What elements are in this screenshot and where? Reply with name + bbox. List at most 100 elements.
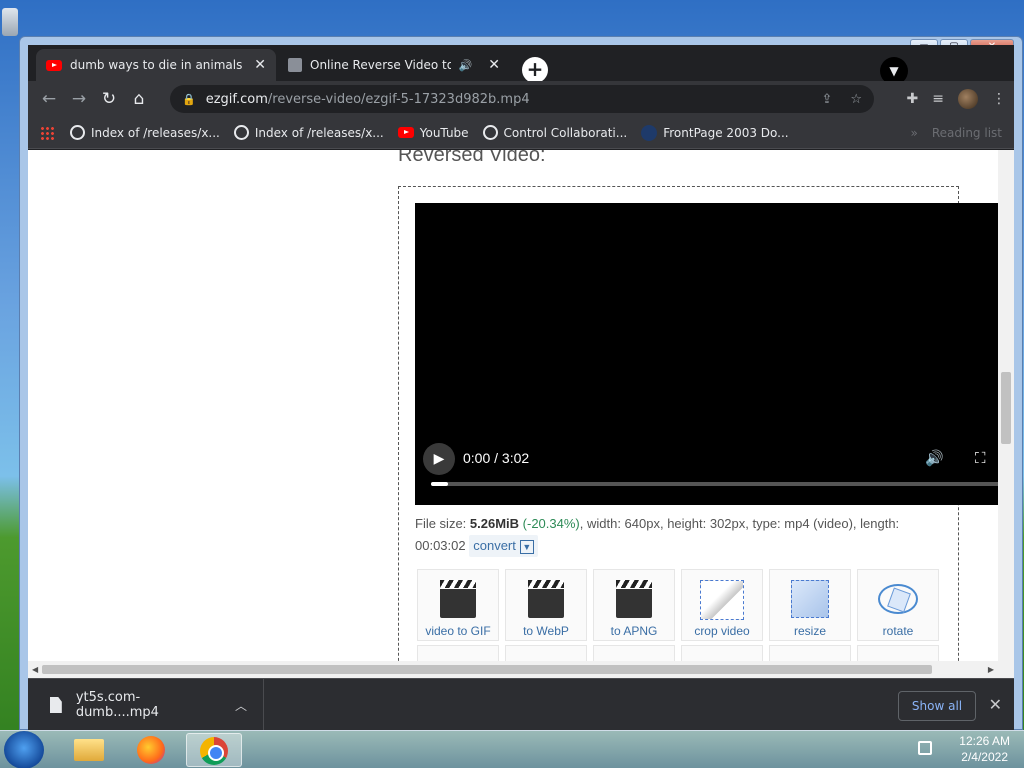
bookmark-star-icon[interactable]: ☆: [850, 92, 862, 107]
page-content: Reversed Video: ▶ 0:00 / 3:02 🔊 ⛶ File s…: [28, 150, 1014, 678]
file-size: 5.26MiB: [469, 516, 520, 531]
forward-button[interactable]: →: [64, 89, 94, 109]
tool-label: to WebP: [523, 624, 569, 638]
size-change: (-20.34%): [522, 516, 580, 531]
scroll-thumb[interactable]: [42, 665, 932, 674]
video-progress-fill: [431, 482, 449, 486]
tool-label: resize: [793, 624, 826, 638]
reload-button[interactable]: ↻: [94, 89, 124, 109]
tab-title: Online Reverse Video tool: [310, 58, 451, 72]
reading-list-button[interactable]: Reading list: [932, 126, 1002, 140]
tab-close-button[interactable]: ✕: [488, 57, 500, 73]
tool-video-to-gif[interactable]: video to GIF: [417, 569, 499, 641]
clock-date: 2/4/2022: [961, 750, 1008, 764]
network-icon[interactable]: [918, 741, 932, 755]
recycle-bin-icon[interactable]: [2, 8, 18, 36]
bookmark-label: Index of /releases/x...: [91, 125, 220, 140]
bookmark-item[interactable]: Control Collaborati...: [482, 125, 628, 140]
tool-row: video to GIF to WebP to APNG crop video …: [417, 569, 939, 641]
bookmark-label: Control Collaborati...: [503, 125, 628, 140]
rotate-icon: [878, 584, 918, 614]
download-arrow-icon: ▼: [519, 539, 534, 554]
tool-label: crop video: [694, 624, 750, 638]
url-path: /reverse-video/ezgif-5-17323d982b.mp4: [267, 91, 530, 107]
bookmark-item[interactable]: Index of /releases/x...: [233, 125, 384, 140]
tool-label: video to GIF: [425, 624, 491, 638]
browser-window: ▭ ▢ ✕ dumb ways to die in animals reve ✕…: [19, 36, 1023, 732]
volume-icon[interactable]: 🔊: [925, 449, 944, 467]
url-host: ezgif.com: [205, 91, 268, 107]
clapperboard-icon: [440, 580, 476, 618]
bookmark-label: FrontPage 2003 Do...: [663, 125, 789, 140]
start-button[interactable]: [4, 731, 44, 768]
tool-to-apng[interactable]: to APNG: [593, 569, 675, 641]
taskbar: 12:26 AM 2/4/2022: [0, 730, 1024, 768]
youtube-icon: [46, 59, 62, 71]
globe-icon: [70, 125, 85, 140]
download-item[interactable]: yt5s.com-dumb....mp4 ︿: [28, 678, 264, 732]
close-download-bar-button[interactable]: ✕: [989, 695, 1002, 714]
crop-icon: [700, 580, 744, 620]
tool-label: to APNG: [610, 624, 658, 638]
video-time: 0:00 / 3:02: [463, 450, 530, 466]
new-tab-button[interactable]: +: [522, 57, 548, 83]
tab-youtube[interactable]: dumb ways to die in animals reve ✕: [36, 49, 276, 81]
address-bar[interactable]: 🔒 ezgif.com/reverse-video/ezgif-5-17323d…: [170, 85, 874, 113]
bookmark-label: YouTube: [419, 125, 469, 140]
chrome-icon: [200, 737, 228, 765]
vertical-scrollbar[interactable]: [998, 150, 1014, 678]
scroll-left-arrow-icon[interactable]: ◀: [32, 665, 38, 674]
extensions-icon[interactable]: ✚: [907, 91, 919, 107]
chrome-browser: dumb ways to die in animals reve ✕ Onlin…: [28, 45, 1014, 732]
ezgif-favicon-icon: [288, 58, 302, 72]
apps-icon[interactable]: [40, 125, 54, 140]
tool-rotate[interactable]: rotate: [857, 569, 939, 641]
bookmarks-more-button[interactable]: »: [911, 126, 918, 140]
tab-ezgif[interactable]: Online Reverse Video tool 🔊 ✕: [278, 49, 510, 81]
bookmark-item[interactable]: FrontPage 2003 Do...: [641, 124, 789, 141]
bookmark-item[interactable]: YouTube: [397, 125, 469, 140]
video-progress-bar[interactable]: [431, 482, 1001, 486]
tab-close-button[interactable]: ✕: [254, 57, 266, 73]
tab-title: dumb ways to die in animals reve: [70, 58, 246, 72]
bookmark-item[interactable]: Index of /releases/x...: [70, 125, 220, 140]
download-filename: yt5s.com-dumb....mp4: [75, 690, 159, 720]
firefox-icon: [137, 736, 165, 764]
clock[interactable]: 12:26 AM 2/4/2022: [959, 733, 1010, 765]
convert-button[interactable]: convert ▼: [469, 535, 538, 557]
fullscreen-icon[interactable]: ⛶: [975, 449, 986, 467]
taskbar-firefox[interactable]: [124, 733, 180, 767]
media-control-icon[interactable]: ≡: [932, 91, 944, 107]
scroll-thumb[interactable]: [1001, 372, 1011, 444]
profile-avatar[interactable]: [958, 89, 978, 109]
lock-icon[interactable]: 🔒: [182, 93, 196, 106]
tab-audio-icon[interactable]: 🔊: [459, 59, 473, 72]
video-player[interactable]: ▶ 0:00 / 3:02 🔊 ⛶: [415, 203, 1001, 505]
scroll-right-arrow-icon[interactable]: ▶: [988, 665, 994, 674]
toolbar-right: ✚ ≡ ⋮: [907, 81, 1006, 117]
chevron-up-icon[interactable]: ︿: [235, 697, 247, 714]
taskbar-explorer[interactable]: [62, 733, 118, 767]
horizontal-scrollbar[interactable]: ◀ ▶: [28, 661, 998, 678]
tool-crop-video[interactable]: crop video: [681, 569, 763, 641]
file-icon: [50, 697, 62, 713]
tool-resize[interactable]: resize: [769, 569, 851, 641]
show-all-button[interactable]: Show all: [898, 691, 976, 721]
globe-icon: [233, 125, 249, 140]
share-icon[interactable]: ⇪: [821, 92, 832, 107]
download-bar: yt5s.com-dumb....mp4 ︿ Show all ✕: [28, 678, 1014, 732]
menu-icon[interactable]: ⋮: [992, 91, 1006, 107]
clapperboard-icon: [528, 580, 564, 618]
tool-label: rotate: [882, 624, 914, 638]
home-button[interactable]: ⌂: [124, 89, 154, 109]
bookmark-label: Index of /releases/x...: [254, 125, 384, 140]
clapperboard-icon: [616, 580, 652, 618]
tab-strip: dumb ways to die in animals reve ✕ Onlin…: [28, 45, 1014, 85]
resize-icon: [791, 580, 829, 618]
youtube-icon: [397, 127, 414, 138]
tool-to-webp[interactable]: to WebP: [505, 569, 587, 641]
taskbar-chrome[interactable]: [186, 733, 242, 767]
toolbar: ← → ↻ ⌂ 🔒 ezgif.com/reverse-video/ezgif-…: [28, 81, 1014, 117]
play-button[interactable]: ▶: [423, 443, 455, 475]
back-button[interactable]: ←: [34, 89, 64, 109]
